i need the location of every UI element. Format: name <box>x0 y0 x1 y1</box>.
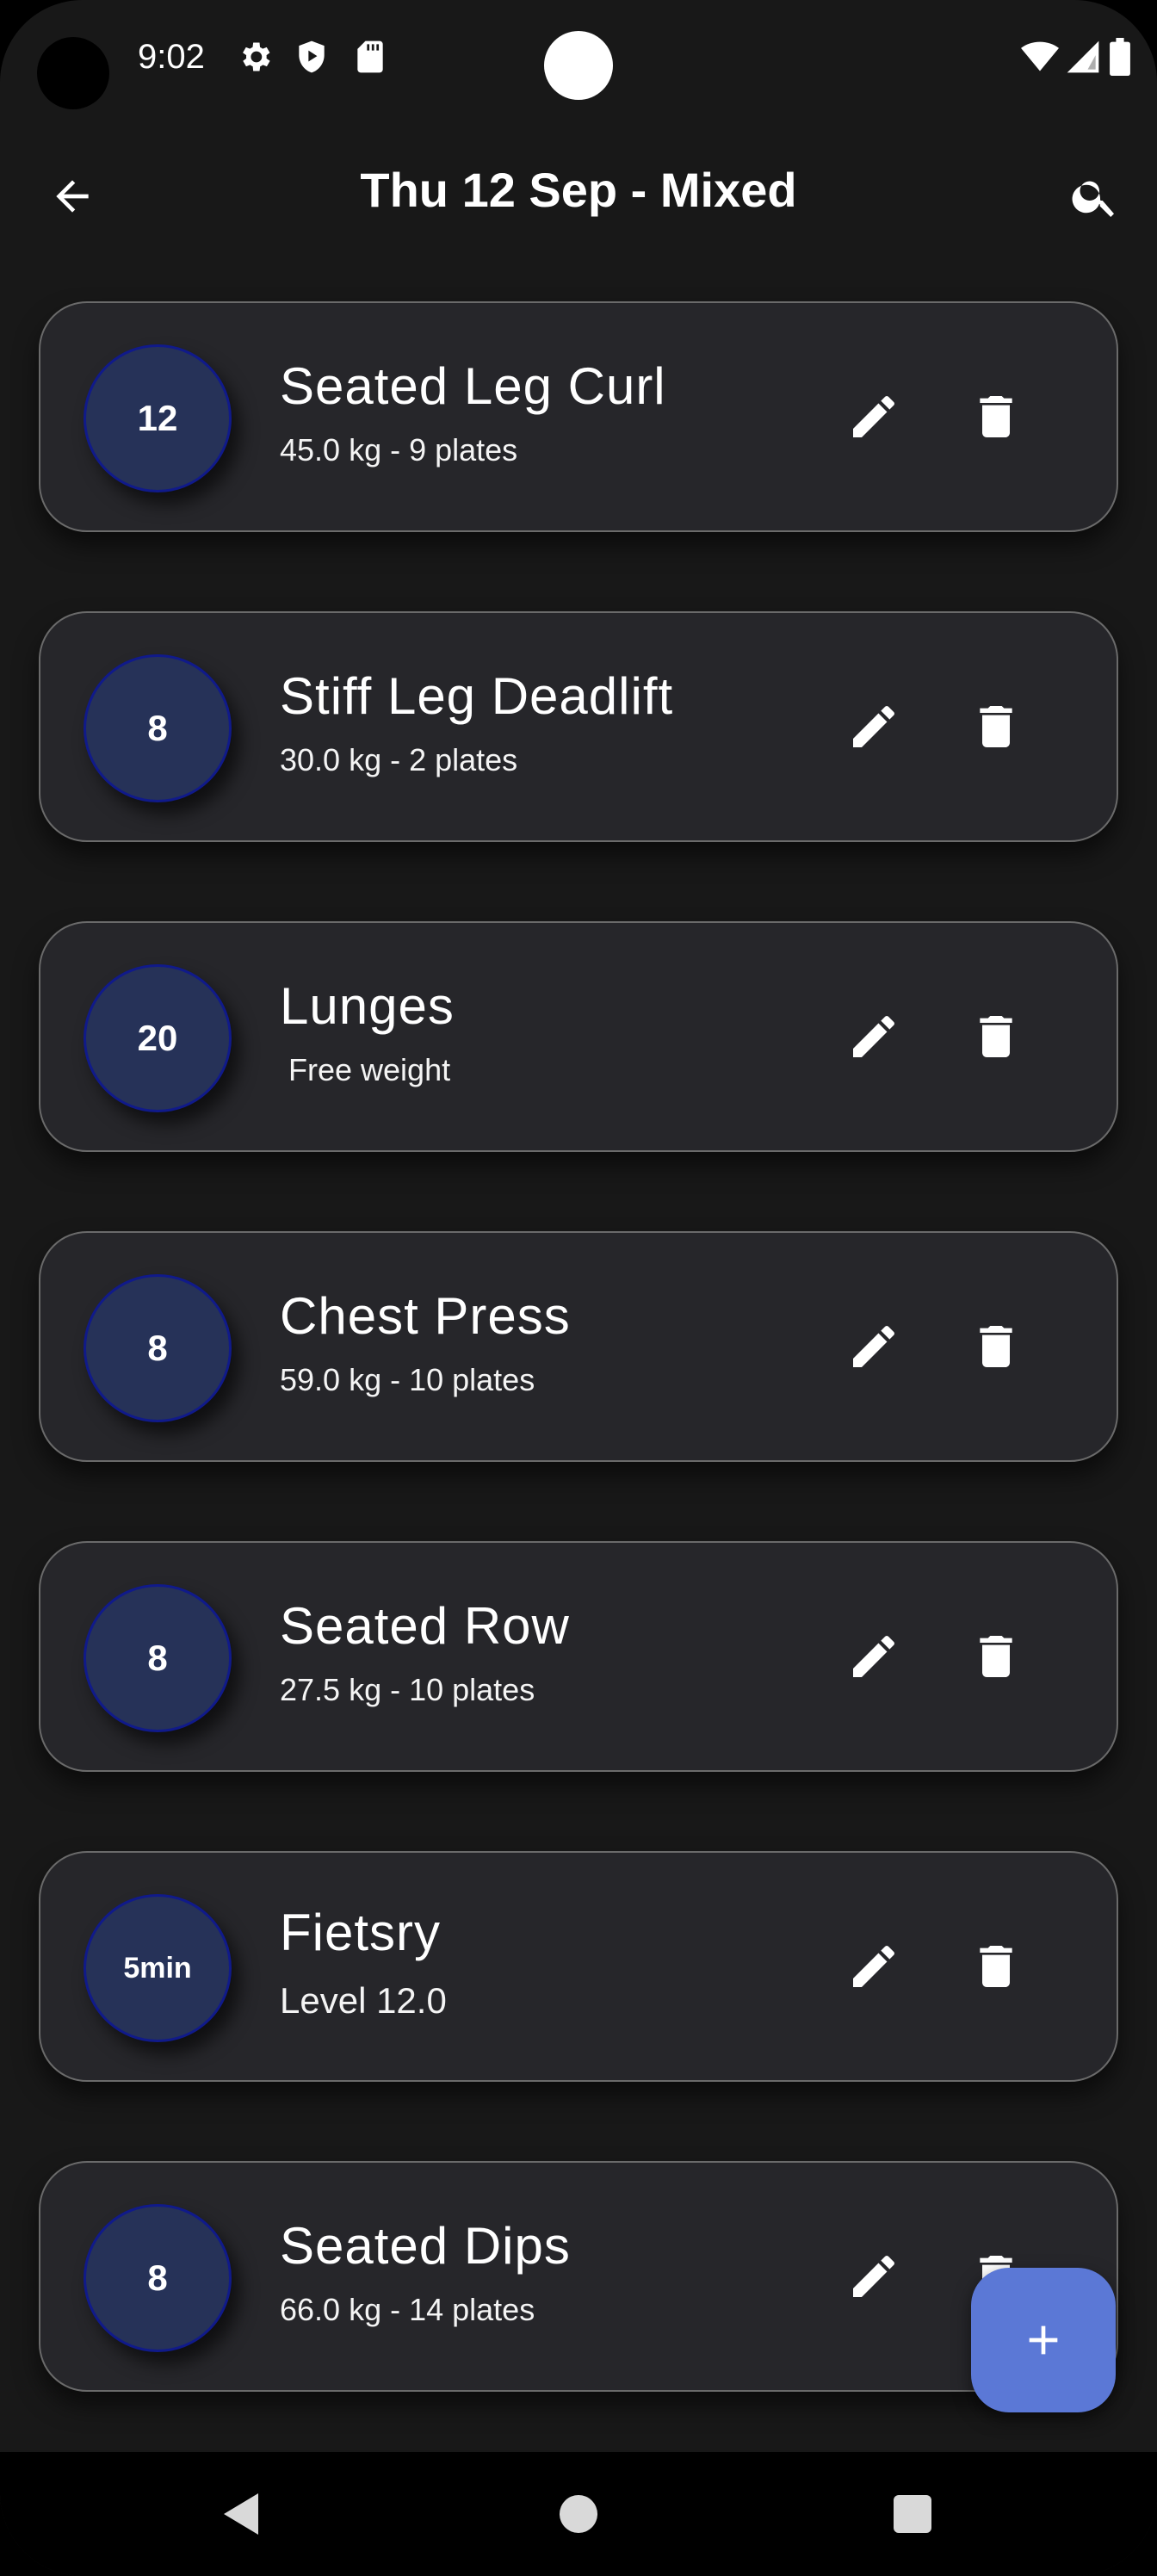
edit-button[interactable] <box>834 1617 913 1696</box>
shield-play-icon <box>293 38 331 76</box>
exercise-detail: 30.0 kg - 2 plates <box>280 742 518 777</box>
status-bar: 9:02 <box>0 0 1157 121</box>
search-icon <box>1072 181 1114 217</box>
delete-button[interactable] <box>956 997 1036 1076</box>
reps-badge: 12 <box>84 344 232 492</box>
edit-button[interactable] <box>834 997 913 1076</box>
pencil-icon <box>853 1015 894 1057</box>
reps-badge: 8 <box>84 654 232 802</box>
status-time: 9:02 <box>138 38 205 76</box>
pencil-icon <box>853 1945 894 1987</box>
system-nav-bar <box>0 2452 1157 2576</box>
exercise-name: Stiff Leg Deadlift <box>280 667 674 725</box>
nav-back-icon[interactable] <box>219 2488 262 2540</box>
exercise-detail: 66.0 kg - 14 plates <box>280 2292 535 2327</box>
app-bar: Thu 12 Sep - Mixed <box>0 138 1157 241</box>
exercise-card[interactable]: 5min Fietsry Level 12.0 <box>39 1851 1118 2082</box>
delete-button[interactable] <box>956 1307 1036 1386</box>
delete-button[interactable] <box>956 377 1036 456</box>
exercise-detail: 45.0 kg - 9 plates <box>280 432 518 468</box>
exercise-name: Fietsry <box>280 1904 441 1961</box>
front-camera <box>544 31 613 100</box>
pencil-icon <box>853 1635 894 1677</box>
exercise-card[interactable]: 8 Seated Row 27.5 kg - 10 plates <box>39 1541 1118 1772</box>
exercise-name: Seated Row <box>280 1597 570 1655</box>
exercise-name: Lunges <box>280 977 455 1035</box>
reps-badge: 8 <box>84 2204 232 2352</box>
edit-button[interactable] <box>834 1927 913 2006</box>
pencil-icon <box>853 2255 894 2297</box>
trash-icon <box>980 706 1012 747</box>
edit-button[interactable] <box>834 1307 913 1386</box>
trash-icon <box>980 1326 1012 1367</box>
exercise-name: Chest Press <box>280 1287 571 1345</box>
trash-icon <box>980 396 1012 437</box>
reps-badge: 8 <box>84 1584 232 1732</box>
exercise-list: 12 Seated Leg Curl 45.0 kg - 9 plates 8 … <box>39 301 1118 2471</box>
exercise-name: Seated Dips <box>280 2217 571 2275</box>
plus-icon <box>1029 2325 1058 2355</box>
delete-button[interactable] <box>956 687 1036 766</box>
search-button[interactable] <box>1057 158 1133 234</box>
pencil-icon <box>853 705 894 747</box>
wifi-icon <box>1021 38 1059 76</box>
edit-button[interactable] <box>834 687 913 766</box>
pencil-icon <box>853 1325 894 1367</box>
exercise-card[interactable]: 20 Lunges Free weight <box>39 921 1118 1152</box>
delete-button[interactable] <box>956 1617 1036 1696</box>
delete-button[interactable] <box>956 1927 1036 2006</box>
nav-recents-icon[interactable] <box>894 2495 931 2533</box>
pencil-icon <box>853 395 894 437</box>
exercise-name: Seated Leg Curl <box>280 357 666 415</box>
duration-badge: 5min <box>84 1894 232 2042</box>
exercise-card[interactable]: 8 Stiff Leg Deadlift 30.0 kg - 2 plates <box>39 611 1118 842</box>
phone-screen: 9:02 Thu 12 Sep - Mixed 12 Seated Leg Cu… <box>0 0 1157 2576</box>
edit-button[interactable] <box>834 2237 913 2316</box>
battery-icon <box>1109 38 1135 76</box>
signal-icon <box>1064 38 1102 76</box>
exercise-card[interactable]: 8 Chest Press 59.0 kg - 10 plates <box>39 1231 1118 1462</box>
page-title: Thu 12 Sep - Mixed <box>360 163 797 217</box>
trash-icon <box>980 1016 1012 1057</box>
trash-icon <box>980 1946 1012 1987</box>
exercise-detail: 59.0 kg - 10 plates <box>280 1362 535 1397</box>
edit-button[interactable] <box>834 377 913 456</box>
nav-home-icon[interactable] <box>560 2495 597 2533</box>
exercise-card[interactable]: 12 Seated Leg Curl 45.0 kg - 9 plates <box>39 301 1118 532</box>
exercise-detail: Free weight <box>280 1052 451 1087</box>
add-exercise-button[interactable] <box>971 2268 1116 2412</box>
sd-card-icon <box>351 38 389 76</box>
exercise-detail: Level 12.0 <box>280 1980 447 2021</box>
exercise-detail: 27.5 kg - 10 plates <box>280 1672 535 1707</box>
camera-cutout <box>37 37 109 109</box>
exercise-card[interactable]: 8 Seated Dips 66.0 kg - 14 plates <box>39 2161 1118 2392</box>
trash-icon <box>980 1636 1012 1677</box>
reps-badge: 20 <box>84 964 232 1112</box>
reps-badge: 8 <box>84 1274 232 1422</box>
gear-icon <box>236 38 274 76</box>
